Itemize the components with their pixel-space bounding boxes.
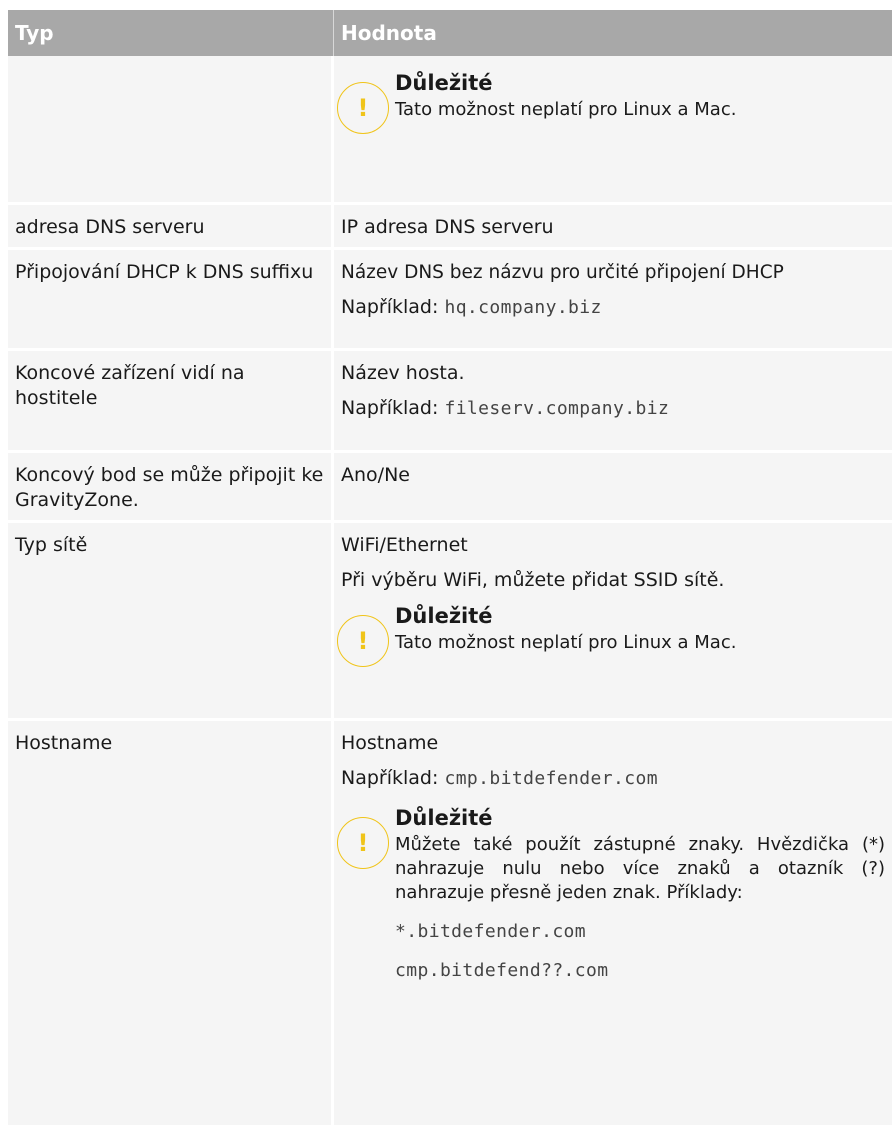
row-value: Název DNS bez názvu pro určité připojení…: [334, 250, 892, 348]
row-type: Připojování DHCP k DNS suffixu: [8, 250, 334, 348]
row-type: adresa DNS serveru: [8, 205, 334, 247]
header-value: Hodnota: [341, 21, 437, 45]
example-line: Například: fileserv.company.biz: [341, 396, 885, 421]
note-text: Tato možnost neplatí pro Linux a Mac.: [395, 99, 737, 120]
example-label: Například:: [341, 296, 439, 318]
row-value: ! Důležité Tato možnost neplatí pro Linu…: [334, 56, 892, 202]
example-code: fileserv.company.biz: [444, 398, 670, 419]
value-text-2: Při výběru WiFi, můžete přidat SSID sítě…: [341, 569, 725, 591]
table-row: ! Důležité Tato možnost neplatí pro Linu…: [8, 56, 892, 205]
example-line: Například: cmp.bitdefender.com: [341, 766, 885, 791]
table-row: Připojování DHCP k DNS suffixu Název DNS…: [8, 250, 892, 351]
example-line: Například: hq.company.biz: [341, 295, 885, 320]
value-text: Název hosta.: [341, 362, 465, 384]
note-title: Důležité: [395, 71, 493, 95]
table-row: Koncové zařízení vidí na hostitele Název…: [8, 351, 892, 453]
row-type: Typ sítě: [8, 523, 334, 718]
example-code: hq.company.biz: [444, 297, 602, 318]
table-row: Hostname Hostname Například: cmp.bitdefe…: [8, 721, 892, 1128]
note-title: Důležité: [395, 806, 493, 830]
table-header: Typ Hodnota: [8, 10, 892, 56]
example-code: cmp.bitdefend??.com: [395, 960, 609, 981]
value-text: Hostname: [341, 732, 439, 754]
row-value: IP adresa DNS serveru: [334, 205, 892, 247]
example-code: cmp.bitdefender.com: [444, 768, 658, 789]
row-value: WiFi/Ethernet Při výběru WiFi, můžete př…: [334, 523, 892, 718]
row-type: Koncový bod se může připojit ke GravityZ…: [8, 453, 334, 520]
warning-icon: !: [337, 82, 389, 134]
settings-table: Typ Hodnota ! Důležité Tato možnost nepl…: [8, 10, 892, 1128]
table-row: Typ sítě WiFi/Ethernet Při výběru WiFi, …: [8, 523, 892, 721]
important-note: ! Důležité Tato možnost neplatí pro Linu…: [337, 70, 885, 134]
row-type: Koncové zařízení vidí na hostitele: [8, 351, 334, 450]
warning-icon: !: [337, 817, 389, 869]
warning-icon: !: [337, 615, 389, 667]
example-label: Například:: [341, 397, 439, 419]
row-type: Hostname: [8, 721, 334, 1125]
value-text: Název DNS bez názvu pro určité připojení…: [341, 262, 784, 283]
example-label: Například:: [341, 767, 439, 789]
note-title: Důležité: [395, 604, 493, 628]
table-row: adresa DNS serveru IP adresa DNS serveru: [8, 205, 892, 250]
table-row: Koncový bod se může připojit ke GravityZ…: [8, 453, 892, 523]
important-note: ! Důležité Tato možnost neplatí pro Linu…: [337, 603, 885, 667]
row-type: [8, 56, 334, 202]
row-value: Hostname Například: cmp.bitdefender.com …: [334, 721, 892, 1125]
note-text: Můžete také použít zástupné znaky. Hvězd…: [395, 834, 885, 903]
example-code: *.bitdefender.com: [395, 921, 587, 942]
note-text: Tato možnost neplatí pro Linux a Mac.: [395, 632, 737, 653]
value-text: WiFi/Ethernet: [341, 534, 468, 556]
row-value: Název hosta. Například: fileserv.company…: [334, 351, 892, 450]
header-type: Typ: [8, 10, 334, 56]
important-note: ! Důležité Můžete také použít zástupné z…: [337, 805, 885, 983]
row-value: Ano/Ne: [334, 453, 892, 520]
